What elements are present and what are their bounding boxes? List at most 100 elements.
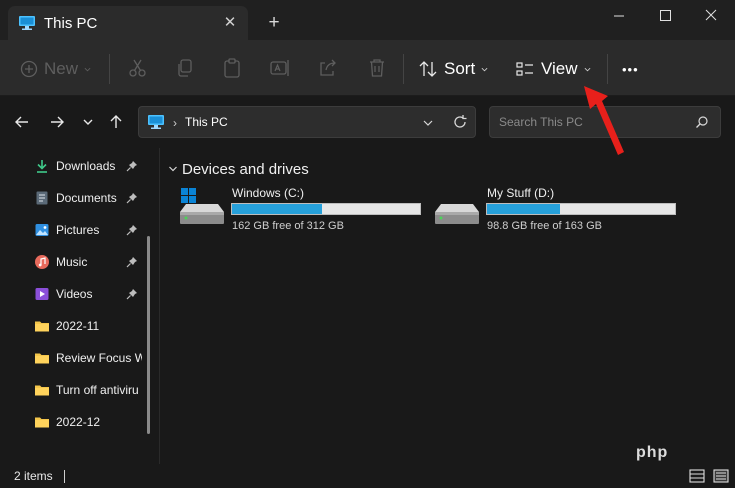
separator: [109, 54, 110, 84]
watermark: php: [636, 444, 669, 461]
close-window-button[interactable]: [688, 0, 734, 32]
nav-item-downloads[interactable]: Downloads: [0, 150, 155, 182]
nav-label: 2022-11: [56, 319, 100, 333]
nav-item-documents[interactable]: Documents: [0, 182, 155, 214]
folder-icon: [35, 321, 49, 332]
pictures-icon: [35, 224, 49, 236]
maximize-icon: [660, 10, 671, 21]
refresh-icon[interactable]: [452, 114, 468, 130]
chevron-down-icon: [481, 67, 488, 71]
nav-label: Review Focus W: [56, 351, 142, 365]
drive-item-d[interactable]: My Stuff (D:) 98.8 GB free of 163 GB: [435, 186, 685, 238]
trash-icon: [370, 59, 384, 77]
clipboard-icon: [224, 58, 240, 78]
drive-capacity-bar: [231, 203, 421, 215]
share-icon: [320, 59, 336, 76]
recent-locations-chevron-icon[interactable]: [78, 112, 98, 132]
new-button[interactable]: New: [20, 52, 91, 86]
separator: [64, 470, 65, 483]
new-tab-button[interactable]: +: [262, 12, 286, 36]
new-label: New: [44, 59, 79, 78]
nav-item-folder-turn-off-antivirus[interactable]: Turn off antiviru: [0, 374, 155, 406]
minimize-icon: [614, 15, 624, 17]
sort-arrows-icon: [419, 61, 437, 77]
chevron-down-icon: [584, 67, 590, 71]
sort-button[interactable]: Sort: [418, 52, 488, 86]
nav-item-pictures[interactable]: Pictures: [0, 214, 155, 246]
drive-capacity-bar: [486, 203, 676, 215]
plus-circle-icon: [20, 60, 38, 78]
file-list: Devices and drives Windows (C:) 162 GB f…: [160, 148, 735, 464]
drive-capacity-fill: [232, 204, 323, 214]
minimize-button[interactable]: [596, 0, 642, 32]
chevron-down-icon: [84, 67, 91, 71]
nav-label: 2022-12: [56, 415, 101, 429]
maximize-button[interactable]: [642, 0, 688, 32]
chevron-down-icon[interactable]: [168, 164, 178, 174]
videos-icon: [35, 288, 49, 300]
pin-icon[interactable]: [126, 224, 138, 236]
view-button[interactable]: View: [515, 52, 591, 86]
copy-button[interactable]: [174, 57, 196, 79]
folder-icon: [35, 417, 49, 428]
navigation-pane: Downloads Documents Pictures Music Video…: [0, 148, 160, 464]
windows-drive-icon: [180, 188, 224, 224]
drive-item-c[interactable]: Windows (C:) 162 GB free of 312 GB: [180, 186, 430, 238]
music-icon: [35, 255, 49, 269]
back-arrow-icon[interactable]: [12, 112, 32, 132]
view-label: View: [541, 59, 578, 78]
more-label: •••: [622, 61, 639, 77]
forward-arrow-icon[interactable]: [47, 112, 67, 132]
tab-this-pc[interactable]: This PC ✕: [8, 6, 248, 40]
nav-item-videos[interactable]: Videos: [0, 278, 155, 310]
rename-button[interactable]: [269, 57, 291, 79]
share-button[interactable]: [317, 57, 339, 79]
annotation-arrow-icon: [584, 86, 624, 155]
view-list-icon: [516, 62, 533, 76]
title-bar: This PC ✕ +: [0, 0, 735, 40]
pin-icon[interactable]: [126, 192, 138, 204]
tiles-view-icon[interactable]: [712, 467, 730, 485]
sort-label: Sort: [444, 59, 476, 78]
nav-item-folder-review-focus[interactable]: Review Focus W: [0, 342, 155, 374]
navigation-scrollbar[interactable]: [147, 236, 150, 434]
group-header-devices-and-drives[interactable]: Devices and drives: [182, 161, 309, 178]
monitor-icon: [19, 16, 35, 30]
pin-icon[interactable]: [126, 160, 138, 172]
close-icon: [705, 9, 717, 21]
folder-icon: [35, 353, 49, 364]
download-icon: [37, 160, 47, 173]
delete-button[interactable]: [366, 57, 388, 79]
separator: [607, 54, 608, 84]
search-placeholder: Search This PC: [499, 115, 583, 129]
nav-item-music[interactable]: Music: [0, 246, 155, 278]
drive-name: Windows (C:): [232, 186, 305, 200]
item-count: 2 items: [14, 469, 53, 483]
monitor-icon: [148, 115, 164, 129]
nav-label: Turn off antiviru: [56, 383, 139, 397]
copy-icon: [178, 59, 192, 77]
folder-icon: [35, 385, 49, 396]
breadcrumb-this-pc[interactable]: This PC: [185, 115, 228, 129]
up-arrow-icon[interactable]: [106, 112, 126, 132]
drive-name: My Stuff (D:): [487, 186, 555, 200]
tab-title: This PC: [44, 15, 98, 32]
pin-icon[interactable]: [126, 256, 138, 268]
paste-button[interactable]: [221, 57, 243, 79]
separator: [403, 54, 404, 84]
chevron-down-icon[interactable]: [422, 117, 434, 129]
pin-icon[interactable]: [126, 288, 138, 300]
see-more-button[interactable]: •••: [622, 52, 639, 86]
status-bar: 2 items: [0, 464, 735, 488]
details-view-icon[interactable]: [688, 467, 706, 485]
drive-capacity-fill: [487, 204, 561, 214]
nav-item-folder-2022-11[interactable]: 2022-11: [0, 310, 155, 342]
close-tab-button[interactable]: ✕: [220, 13, 240, 33]
drive-free-space: 98.8 GB free of 163 GB: [487, 220, 602, 232]
rename-icon: [270, 60, 289, 76]
nav-item-folder-2022-12[interactable]: 2022-12: [0, 406, 155, 438]
search-icon[interactable]: [695, 115, 709, 129]
document-icon: [36, 191, 48, 205]
cut-button[interactable]: [127, 57, 149, 79]
address-bar[interactable]: › This PC: [138, 106, 476, 138]
